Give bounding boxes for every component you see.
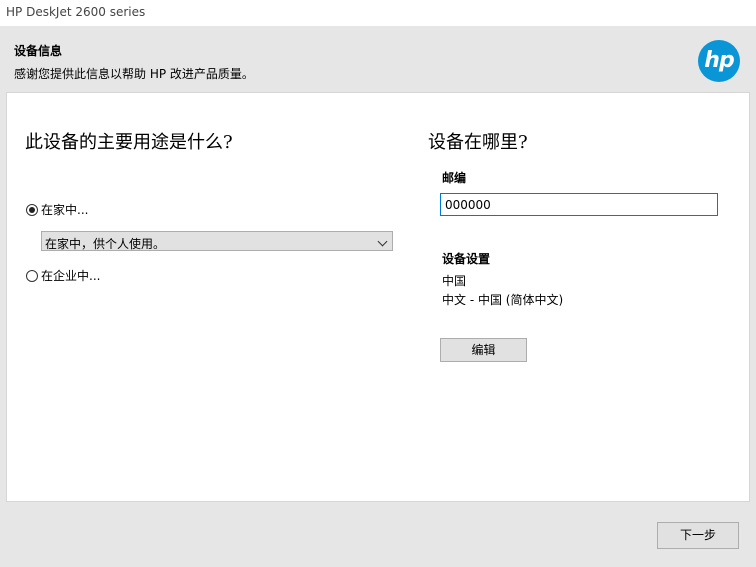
language-value: 中文 - 中国 (简体中文) — [442, 293, 564, 307]
radio-home[interactable]: 在家中... — [26, 201, 88, 218]
radio-business-circle[interactable] — [26, 269, 38, 282]
window-title: HP DeskJet 2600 series — [6, 5, 146, 19]
dialog-window: 设备信息 感谢您提供此信息以帮助 HP 改进产品质量。 hp 此设备的主要用途是… — [0, 26, 756, 567]
home-use-dropdown-value: 在家中，供个人使用。 — [45, 237, 166, 251]
radio-home-label: 在家中... — [41, 203, 89, 217]
hp-logo: hp — [698, 40, 740, 82]
home-use-dropdown[interactable]: 在家中，供个人使用。 — [41, 231, 393, 251]
next-button[interactable]: 下一步 — [657, 522, 739, 549]
zip-input[interactable] — [440, 193, 718, 216]
title-bar: HP DeskJet 2600 series — [0, 0, 756, 26]
page-subtitle: 感谢您提供此信息以帮助 HP 改进产品质量。 — [14, 67, 254, 81]
radio-business[interactable]: 在企业中... — [26, 267, 100, 284]
device-settings-label: 设备设置 — [442, 252, 491, 266]
radio-business-label: 在企业中... — [41, 269, 101, 283]
edit-button[interactable]: 编辑 — [440, 338, 527, 362]
content-panel: 此设备的主要用途是什么? 在家中... 在家中，供个人使用。 在企业中... 设… — [6, 92, 750, 502]
zip-label: 邮编 — [442, 171, 467, 185]
usage-question: 此设备的主要用途是什么? — [25, 132, 233, 153]
location-question: 设备在哪里? — [428, 132, 528, 153]
radio-home-circle[interactable] — [26, 203, 38, 216]
chevron-down-icon — [377, 236, 388, 247]
page-title: 设备信息 — [14, 44, 63, 58]
country-value: 中国 — [442, 274, 467, 288]
